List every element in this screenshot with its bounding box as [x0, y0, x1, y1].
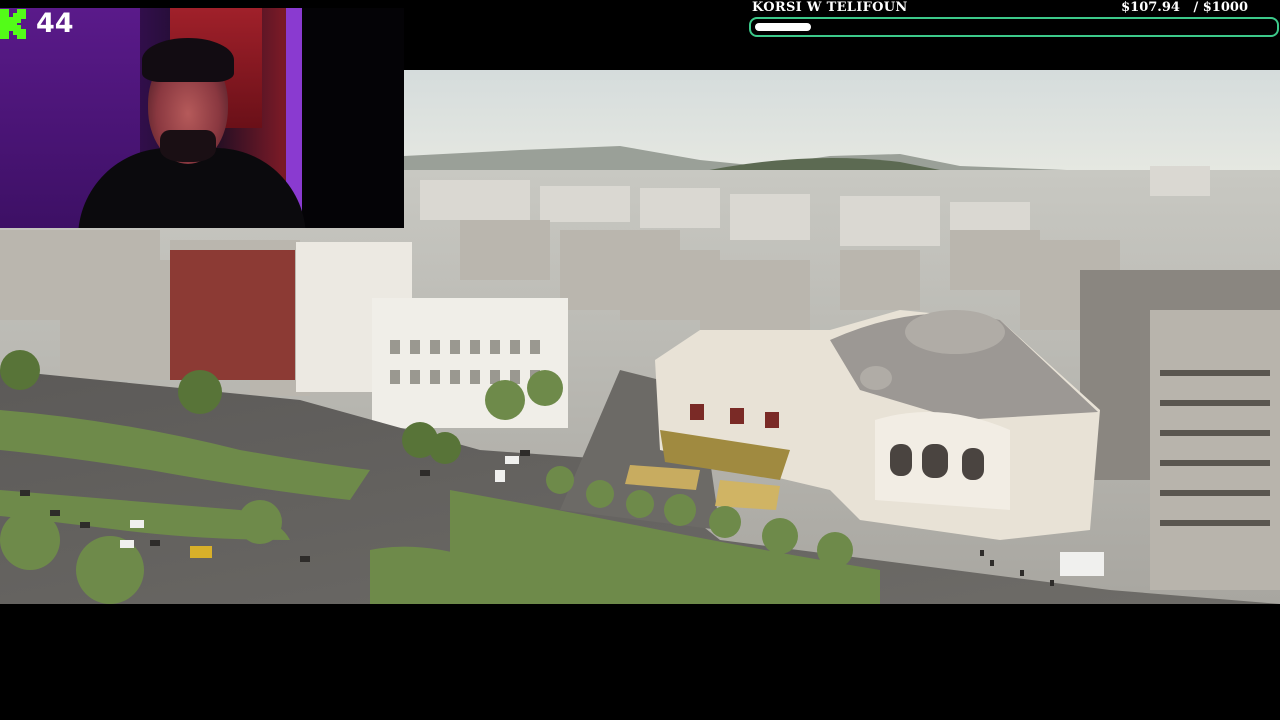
- goal-title: KORSI W TELIFOUN: [752, 0, 908, 15]
- webcam-background-dark: [302, 8, 404, 228]
- kick-logo-icon: [0, 9, 26, 39]
- viewer-count: 44: [36, 8, 74, 39]
- goal-progress-fill: [755, 23, 811, 31]
- streamer-beard: [160, 130, 216, 162]
- streamer-webcam: [0, 8, 404, 228]
- donation-goal: KORSI W TELIFOUN $107.94 / $1000: [748, 0, 1280, 40]
- goal-amount: $107.94 / $1000: [1121, 0, 1248, 15]
- viewer-count-badge: 44: [0, 8, 74, 40]
- goal-progress-bar: [749, 17, 1279, 37]
- streamer-hair: [142, 38, 234, 82]
